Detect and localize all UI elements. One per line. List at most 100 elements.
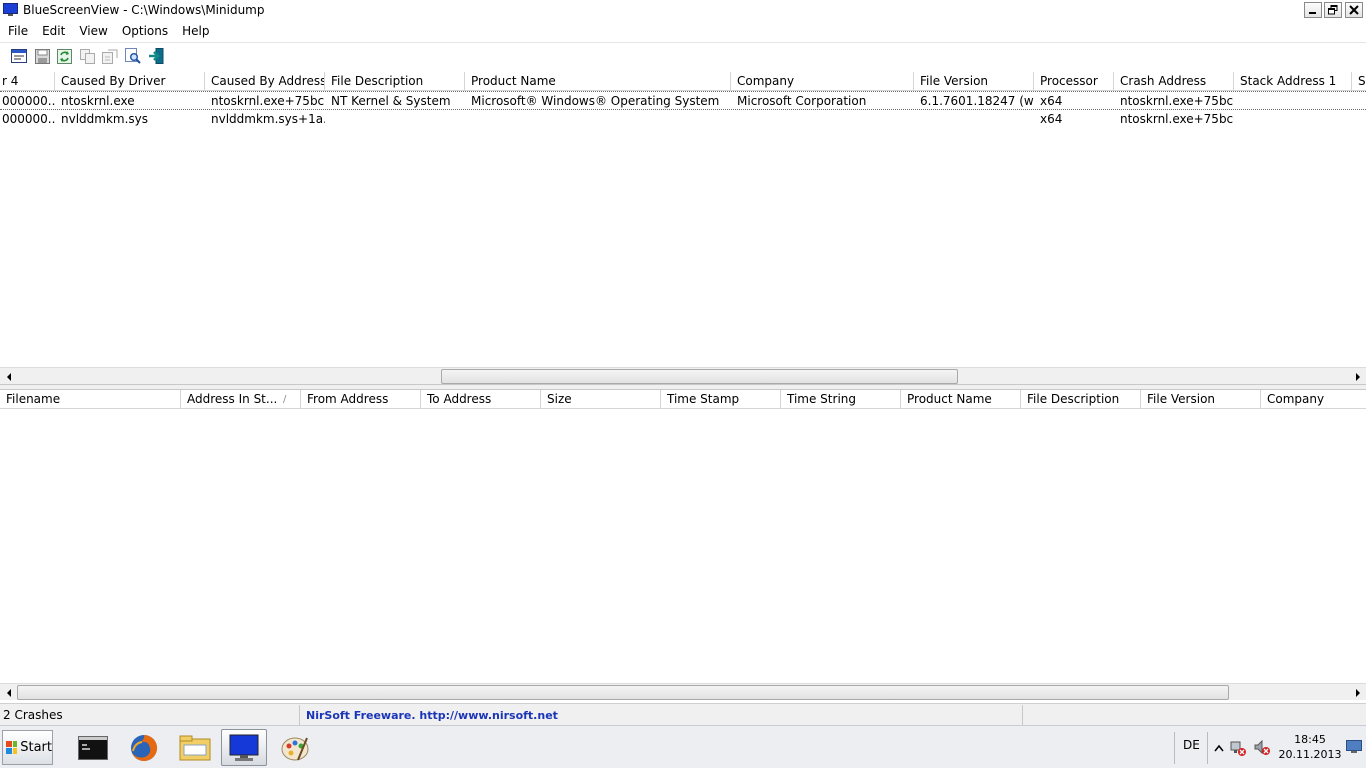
cell-file-description xyxy=(325,110,465,128)
module-list[interactable]: Filename Address In St... / From Address… xyxy=(0,390,1366,683)
title-bar: BlueScreenView - C:\Windows\Minidump xyxy=(0,0,1366,21)
scroll-left-arrow[interactable] xyxy=(0,684,17,701)
crash-row[interactable]: 000000... ntoskrnl.exe ntoskrnl.exe+75bc… xyxy=(0,91,1366,110)
scroll-left-arrow[interactable] xyxy=(0,368,17,385)
tray-separator xyxy=(1207,732,1208,764)
chevron-up-icon xyxy=(1214,744,1224,752)
start-label: Start xyxy=(20,740,52,755)
menu-file[interactable]: File xyxy=(0,21,35,41)
column-header-to-address[interactable]: To Address xyxy=(421,390,541,409)
sort-arrow-icon: / xyxy=(283,394,287,405)
column-header-product-name[interactable]: Product Name xyxy=(901,390,1021,409)
clock[interactable]: 18:45 20.11.2013 xyxy=(1278,732,1342,762)
column-header-stack-address-1[interactable]: Stack Address 1 xyxy=(1234,72,1352,91)
cell-file-version xyxy=(914,110,1034,128)
network-status-icon[interactable] xyxy=(1230,740,1246,756)
crash-list-horizontal-scrollbar[interactable] xyxy=(0,367,1366,384)
column-header-address-in-stack-label: Address In St... xyxy=(187,392,278,406)
html-report-button[interactable] xyxy=(101,47,119,65)
crash-row[interactable]: 000000... nvlddmkm.sys nvlddmkm.sys+1a..… xyxy=(0,110,1366,129)
find-icon xyxy=(125,48,141,64)
scroll-right-arrow[interactable] xyxy=(1349,684,1366,701)
cell-file-description: NT Kernel & System xyxy=(331,94,451,108)
menu-view[interactable]: View xyxy=(72,21,114,41)
cmd-icon xyxy=(78,735,108,760)
language-indicator[interactable]: DE xyxy=(1183,738,1200,752)
nirsoft-link-text[interactable]: NirSoft Freeware. http://www.nirsoft.net xyxy=(306,709,558,722)
paint-icon xyxy=(281,737,309,760)
module-list-header: Filename Address In St... / From Address… xyxy=(0,390,1366,409)
show-hidden-icons-button[interactable] xyxy=(1211,740,1227,756)
column-header-filename[interactable]: Filename xyxy=(0,390,181,409)
column-header-dump-time[interactable]: r 4 xyxy=(0,72,55,91)
html-report-icon xyxy=(102,49,118,64)
module-list-horizontal-scrollbar[interactable] xyxy=(0,683,1366,700)
crash-list[interactable]: r 4 Caused By Driver Caused By Address F… xyxy=(0,72,1366,367)
copy-icon xyxy=(79,48,95,64)
column-header-product-name[interactable]: Product Name xyxy=(465,72,731,91)
column-header-file-version[interactable]: File Version xyxy=(1141,390,1261,409)
menu-options[interactable]: Options xyxy=(115,21,175,41)
properties-button[interactable] xyxy=(10,47,28,65)
cell-caused-by-address: ntoskrnl.exe+75bc0 xyxy=(211,94,325,108)
cell-stack-address-1 xyxy=(1234,110,1352,128)
properties-icon xyxy=(11,49,27,63)
cell-company xyxy=(731,110,914,128)
nirsoft-link[interactable]: NirSoft Freeware. http://www.nirsoft.net xyxy=(303,705,1023,725)
tray-separator xyxy=(1174,732,1175,764)
taskbar-app-paint[interactable] xyxy=(272,729,318,766)
taskbar-app-explorer[interactable] xyxy=(172,729,218,766)
column-header-crash-address[interactable]: Crash Address xyxy=(1114,72,1234,91)
restore-button[interactable] xyxy=(1324,2,1342,18)
close-button[interactable] xyxy=(1345,2,1363,18)
cell-crash-address: ntoskrnl.exe+75bc0 xyxy=(1120,94,1234,108)
copy-button[interactable] xyxy=(78,47,96,65)
scroll-right-arrow[interactable] xyxy=(1349,368,1366,385)
window-title: BlueScreenView - C:\Windows\Minidump xyxy=(23,3,265,17)
column-header-time-string[interactable]: Time String xyxy=(781,390,901,409)
close-icon xyxy=(1349,5,1359,15)
exit-button[interactable] xyxy=(147,47,165,65)
cell-dump-time: 000000... xyxy=(2,94,55,108)
column-header-more[interactable]: S xyxy=(1352,72,1366,91)
column-header-time-stamp[interactable]: Time Stamp xyxy=(661,390,781,409)
scroll-thumb[interactable] xyxy=(17,685,1229,700)
cell-caused-by-driver: ntoskrnl.exe xyxy=(61,94,135,108)
status-bar: 2 Crashes NirSoft Freeware. http://www.n… xyxy=(0,703,1366,725)
column-header-company[interactable]: Company xyxy=(731,72,914,91)
column-header-address-in-stack[interactable]: Address In St... / xyxy=(181,390,301,409)
column-header-caused-by-driver[interactable]: Caused By Driver xyxy=(55,72,205,91)
refresh-button[interactable] xyxy=(55,47,73,65)
find-button[interactable] xyxy=(124,47,142,65)
volume-status-icon[interactable] xyxy=(1254,740,1270,756)
scroll-thumb[interactable] xyxy=(441,369,958,384)
taskbar-app-cmd[interactable] xyxy=(70,729,116,766)
cell-product-name xyxy=(465,110,731,128)
column-header-size[interactable]: Size xyxy=(541,390,661,409)
explorer-icon xyxy=(179,735,211,760)
app-icon xyxy=(3,3,18,16)
column-header-from-address[interactable]: From Address xyxy=(301,390,421,409)
desktop-icon xyxy=(1346,740,1362,753)
minimize-button[interactable] xyxy=(1304,2,1322,18)
menu-edit[interactable]: Edit xyxy=(35,21,72,41)
menu-help[interactable]: Help xyxy=(175,21,216,41)
exit-icon xyxy=(149,48,164,64)
column-header-company[interactable]: Company xyxy=(1261,390,1366,409)
cell-product-name: Microsoft® Windows® Operating System xyxy=(471,94,720,108)
column-header-file-description[interactable]: File Description xyxy=(325,72,465,91)
clock-date: 20.11.2013 xyxy=(1278,748,1342,761)
minimize-icon xyxy=(1309,12,1316,14)
column-header-file-version[interactable]: File Version xyxy=(914,72,1034,91)
show-desktop-button[interactable] xyxy=(1346,740,1362,754)
column-header-processor[interactable]: Processor xyxy=(1034,72,1114,91)
cell-caused-by-driver: nvlddmkm.sys xyxy=(61,112,149,126)
start-button[interactable]: Start xyxy=(2,730,53,765)
network-disconnected-icon xyxy=(1230,741,1246,756)
taskbar-app-bluescreenview[interactable] xyxy=(221,729,267,766)
column-header-caused-by-address[interactable]: Caused By Address xyxy=(205,72,325,91)
save-button[interactable] xyxy=(33,47,51,65)
column-header-file-description[interactable]: File Description xyxy=(1021,390,1141,409)
toolbar xyxy=(0,42,1366,68)
taskbar-app-firefox[interactable] xyxy=(121,729,167,766)
